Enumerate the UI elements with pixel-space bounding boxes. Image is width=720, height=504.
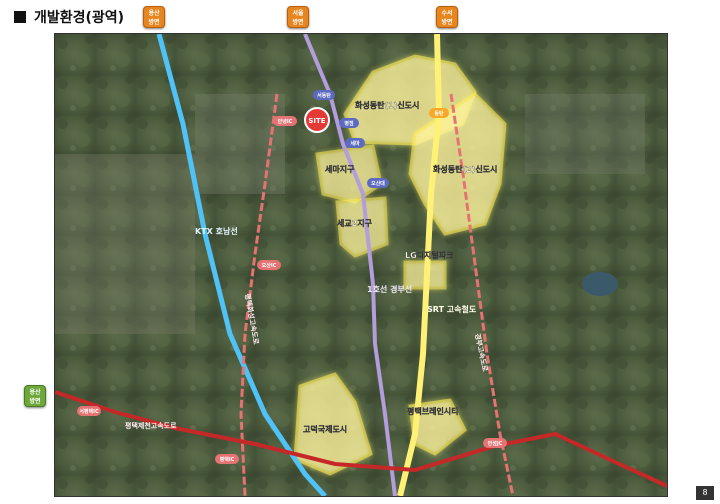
station-label-1: 병점 xyxy=(344,120,354,127)
label-semat: 세마지구 xyxy=(325,164,355,174)
direction-suseo-button[interactable]: 수서 방면 xyxy=(436,6,458,28)
ic-label-3: 서평택IC xyxy=(79,408,99,415)
label-gyeongbu: 1호선 경부선 xyxy=(367,284,412,294)
direction-yongsan-top-button[interactable]: 용산 방면 xyxy=(143,6,165,28)
urban-area-west xyxy=(55,154,195,334)
site-marker-label: SITE xyxy=(308,117,325,125)
map-svg[interactable]: SITE 화성동탄(1)신도시 화성동탄(2)신도시 세마지구 세교2지구 LG… xyxy=(55,34,667,496)
label-srt: SRT 고속철도 xyxy=(427,304,477,314)
page-title-text: 개발환경(광역) xyxy=(34,10,125,26)
page-number: 8 xyxy=(696,486,714,500)
label-lg-park: LG디지털파크 xyxy=(405,250,454,260)
label-ktx: KTX 호남선 xyxy=(195,226,238,236)
label-pyeongtaek-expressway: 평택제천고속도로 xyxy=(125,421,177,430)
label-sedong: 세교2지구 xyxy=(337,218,373,228)
station-label-5: 서동탄 xyxy=(317,92,331,99)
station-label-4: 동탄 xyxy=(434,110,444,117)
ic-label-4: 안성JC xyxy=(488,440,503,447)
site-marker[interactable]: SITE xyxy=(304,107,330,133)
station-label-2: 세마 xyxy=(350,140,360,147)
label-dongtan2: 화성동탄(2)신도시 xyxy=(433,164,497,174)
station-label-3: 오산대 xyxy=(371,180,385,187)
reservoir xyxy=(582,272,618,296)
direction-yongsan-left-button[interactable]: 용산 방면 xyxy=(24,385,46,407)
ic-label-5: 평택IC xyxy=(220,456,235,463)
label-godeok: 고덕국제도시 xyxy=(303,424,347,434)
label-brain-city: 평택브레인시티 xyxy=(407,406,459,416)
map-area[interactable]: SITE 화성동탄(1)신도시 화성동탄(2)신도시 세마지구 세교2지구 LG… xyxy=(54,33,668,497)
ic-label-2: 오산IC xyxy=(262,262,277,269)
label-dongtan1: 화성동탄(1)신도시 xyxy=(355,100,419,110)
ic-label-1: 안녕IC xyxy=(278,118,293,125)
direction-seoul-button[interactable]: 서울 방면 xyxy=(287,6,309,28)
urban-area-east xyxy=(525,94,645,174)
page-title: 개발환경(광역) xyxy=(14,6,124,28)
title-bullet-icon xyxy=(14,11,26,23)
